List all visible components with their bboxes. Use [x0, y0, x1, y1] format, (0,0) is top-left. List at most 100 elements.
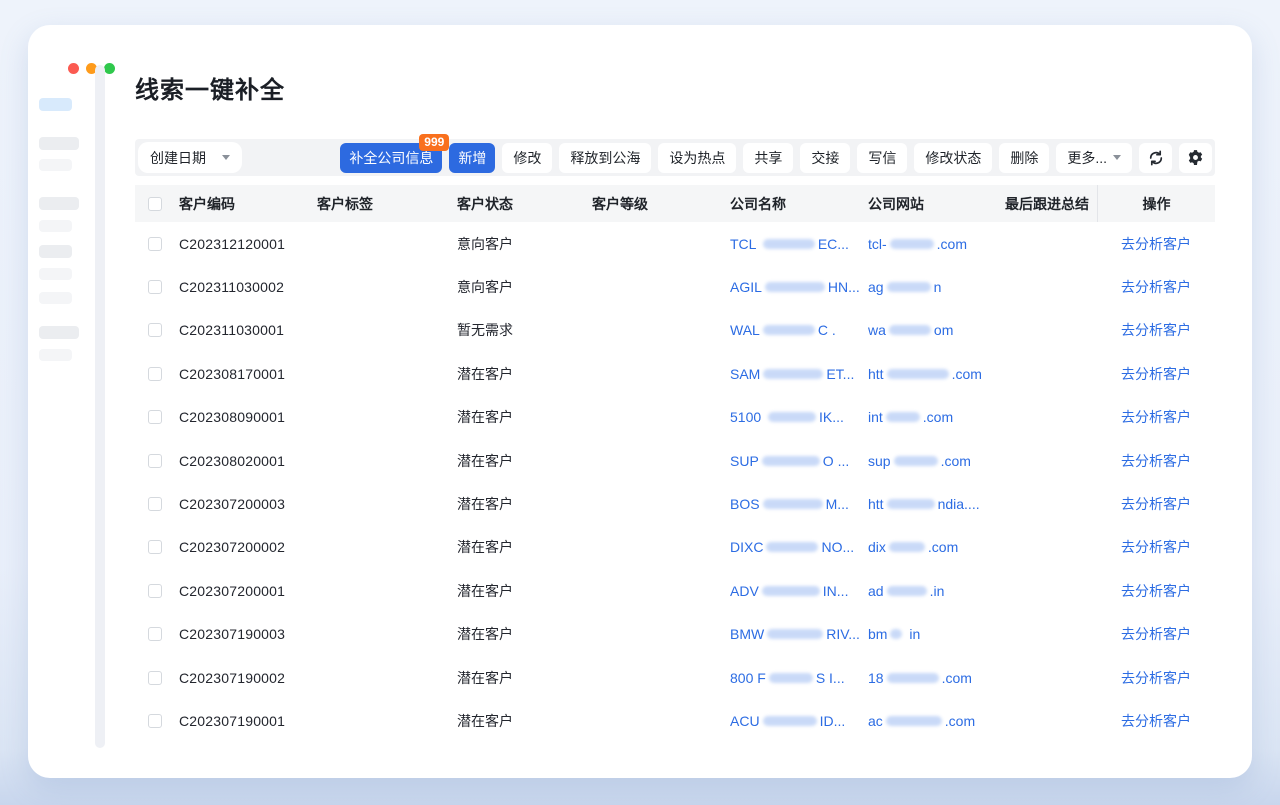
link-text: dix: [868, 539, 886, 555]
release-to-pool-button[interactable]: 释放到公海: [559, 143, 651, 173]
analyze-customer-link[interactable]: 去分析客户: [1121, 320, 1191, 340]
company-website-link[interactable]: bm in: [868, 613, 1005, 656]
row-checkbox[interactable]: [148, 627, 162, 641]
row-checkbox[interactable]: [148, 584, 162, 598]
link-text: M...: [826, 496, 849, 512]
redacted-text: [887, 673, 939, 683]
link-text: ad: [868, 583, 884, 599]
edit-button[interactable]: 修改: [502, 143, 552, 173]
redacted-text: [763, 325, 815, 335]
row-checkbox[interactable]: [148, 671, 162, 685]
company-website-link[interactable]: int.com: [868, 396, 1005, 439]
row-checkbox[interactable]: [148, 410, 162, 424]
company-name-link[interactable]: 800 FS I...: [730, 656, 868, 699]
company-name-link[interactable]: SUPO ...: [730, 439, 868, 482]
set-hot-button[interactable]: 设为热点: [658, 143, 736, 173]
redacted-text: [762, 456, 820, 466]
company-website-link[interactable]: tcl-.com: [868, 222, 1005, 265]
redacted-text: [763, 499, 823, 509]
company-website-link[interactable]: htt.com: [868, 352, 1005, 395]
link-text: SUP: [730, 453, 759, 469]
analyze-customer-link[interactable]: 去分析客户: [1121, 624, 1191, 644]
toolbar: 创建日期 补全公司信息 999 新增 修改 释放到公海 设为热点 共享 交接 写…: [135, 139, 1215, 176]
table-body: C202312120001意向客户TCL EC...tcl-.com去分析客户C…: [135, 222, 1215, 743]
analyze-customer-link[interactable]: 去分析客户: [1121, 277, 1191, 297]
customer-tag-cell: [317, 439, 457, 482]
company-name-link[interactable]: ADVIN...: [730, 569, 868, 612]
add-button[interactable]: 新增: [449, 143, 495, 173]
last-followup-cell: [1005, 699, 1097, 742]
toolbar-buttons: 补全公司信息 999 新增 修改 释放到公海 设为热点 共享 交接 写信 修改状…: [340, 143, 1212, 173]
company-website-link[interactable]: sup.com: [868, 439, 1005, 482]
analyze-customer-link[interactable]: 去分析客户: [1121, 711, 1191, 731]
analyze-customer-link[interactable]: 去分析客户: [1121, 581, 1191, 601]
date-filter-select[interactable]: 创建日期: [138, 142, 242, 173]
company-website-link[interactable]: waom: [868, 309, 1005, 352]
redacted-text: [769, 673, 813, 683]
row-checkbox[interactable]: [148, 323, 162, 337]
company-name-link[interactable]: DIXCNO...: [730, 526, 868, 569]
link-text: DIXC: [730, 539, 763, 555]
company-website-link[interactable]: httndia....: [868, 482, 1005, 525]
customer-status-cell: 暂无需求: [457, 309, 592, 352]
link-text: ET...: [826, 366, 854, 382]
row-checkbox[interactable]: [148, 237, 162, 251]
analyze-customer-link[interactable]: 去分析客户: [1121, 234, 1191, 254]
row-checkbox[interactable]: [148, 714, 162, 728]
analyze-customer-link[interactable]: 去分析客户: [1121, 364, 1191, 384]
company-name-link[interactable]: WALC .: [730, 309, 868, 352]
action-cell: 去分析客户: [1097, 613, 1215, 656]
link-text: ndia....: [938, 496, 980, 512]
company-website-link[interactable]: dix.com: [868, 526, 1005, 569]
row-checkbox[interactable]: [148, 540, 162, 554]
company-name-link[interactable]: BMWRIV...: [730, 613, 868, 656]
row-checkbox[interactable]: [148, 367, 162, 381]
analyze-customer-link[interactable]: 去分析客户: [1121, 668, 1191, 688]
link-text: ACU: [730, 713, 760, 729]
customer-status-cell: 潜在客户: [457, 396, 592, 439]
company-name-link[interactable]: ACUID...: [730, 699, 868, 742]
company-name-link[interactable]: TCL EC...: [730, 222, 868, 265]
redacted-text: [886, 716, 942, 726]
customer-code-cell: C202308020001: [179, 439, 317, 482]
company-website-link[interactable]: 18.com: [868, 656, 1005, 699]
company-name-link[interactable]: 5100 IK...: [730, 396, 868, 439]
select-all-checkbox[interactable]: [148, 197, 162, 211]
row-checkbox[interactable]: [148, 280, 162, 294]
company-name-link[interactable]: BOSM...: [730, 482, 868, 525]
share-button[interactable]: 共享: [743, 143, 793, 173]
link-text: IN...: [823, 583, 849, 599]
complete-company-info-button[interactable]: 补全公司信息 999: [340, 143, 442, 173]
company-name-link[interactable]: SAMET...: [730, 352, 868, 395]
link-text: .com: [941, 453, 971, 469]
more-button[interactable]: 更多...: [1056, 143, 1132, 173]
customer-tag-cell: [317, 309, 457, 352]
company-website-link[interactable]: ad.in: [868, 569, 1005, 612]
link-text: .com: [923, 409, 953, 425]
zoom-window-button[interactable]: [104, 63, 115, 74]
customer-status-cell: 潜在客户: [457, 439, 592, 482]
row-checkbox[interactable]: [148, 497, 162, 511]
analyze-customer-link[interactable]: 去分析客户: [1121, 494, 1191, 514]
table-header: 客户编码客户标签客户状态客户等级公司名称公司网站最后跟进总结操作: [135, 185, 1215, 222]
handover-button[interactable]: 交接: [800, 143, 850, 173]
company-website-link[interactable]: ac.com: [868, 699, 1005, 742]
change-status-button[interactable]: 修改状态: [914, 143, 992, 173]
settings-button[interactable]: [1179, 143, 1212, 173]
analyze-customer-link[interactable]: 去分析客户: [1121, 451, 1191, 471]
analyze-customer-link[interactable]: 去分析客户: [1121, 537, 1191, 557]
column-header-5: 公司名称: [730, 185, 868, 222]
row-checkbox[interactable]: [148, 454, 162, 468]
action-cell: 去分析客户: [1097, 526, 1215, 569]
customer-code-cell: C202307200001: [179, 569, 317, 612]
customer-code-cell: C202307200003: [179, 482, 317, 525]
customer-tag-cell: [317, 482, 457, 525]
write-email-button[interactable]: 写信: [857, 143, 907, 173]
company-name-link[interactable]: AGILHN...: [730, 265, 868, 308]
table-row: C202307190001潜在客户ACUID...ac.com去分析客户: [135, 699, 1215, 742]
analyze-customer-link[interactable]: 去分析客户: [1121, 407, 1191, 427]
refresh-button[interactable]: [1139, 143, 1172, 173]
table-row: C202307190002潜在客户800 FS I...18.com去分析客户: [135, 656, 1215, 699]
company-website-link[interactable]: agn: [868, 265, 1005, 308]
delete-button[interactable]: 删除: [999, 143, 1049, 173]
